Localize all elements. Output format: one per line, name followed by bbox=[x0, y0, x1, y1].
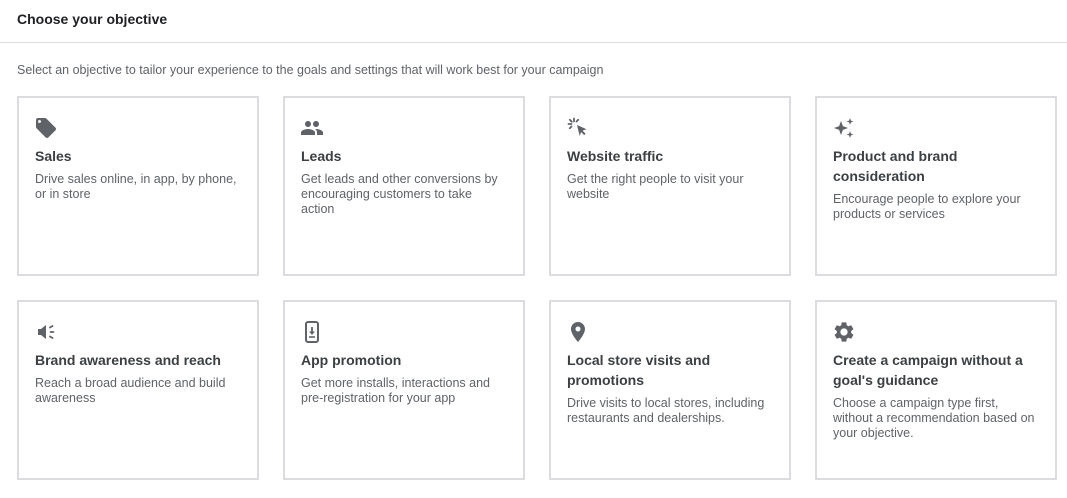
objective-card-title: Sales bbox=[35, 148, 72, 164]
objective-card-description: Drive visits to local stores, including … bbox=[567, 396, 765, 425]
objective-card-description: Encourage people to explore your product… bbox=[833, 192, 1021, 221]
objective-card-title: Leads bbox=[301, 148, 342, 164]
page-header: Choose your objective bbox=[0, 0, 1067, 43]
objective-card-title: Website traffic bbox=[567, 148, 664, 164]
objective-card-description: Get the right people to visit your websi… bbox=[567, 172, 744, 201]
objective-card-title: Create a campaign without a goal's guida… bbox=[833, 352, 1023, 388]
objective-card-leads[interactable]: Leads Get leads and other conversions by… bbox=[283, 96, 525, 276]
people-icon bbox=[300, 116, 324, 140]
objective-card-brand-awareness-reach[interactable]: Brand awareness and reach Reach a broad … bbox=[17, 300, 259, 480]
objective-card-title: Local store visits and promotions bbox=[567, 352, 711, 388]
objective-card-local-store-visits[interactable]: Local store visits and promotions Drive … bbox=[549, 300, 791, 480]
objective-card-description: Drive sales online, in app, by phone, or… bbox=[35, 172, 237, 201]
objective-card-title: Product and brand consideration bbox=[833, 148, 958, 184]
phone-download-icon bbox=[300, 320, 324, 344]
objective-card-website-traffic[interactable]: Website traffic Get the right people to … bbox=[549, 96, 791, 276]
gear-icon bbox=[832, 320, 856, 344]
objective-card-product-brand-consideration[interactable]: Product and brand consideration Encourag… bbox=[815, 96, 1057, 276]
sparkle-icon bbox=[832, 116, 856, 140]
objective-cards-grid: Sales Drive sales online, in app, by pho… bbox=[17, 96, 1057, 480]
objective-card-description: Get leads and other conversions by encou… bbox=[301, 172, 498, 216]
cursor-click-icon bbox=[566, 116, 590, 140]
page-subtitle: Select an objective to tailor your exper… bbox=[17, 63, 604, 77]
page-title: Choose your objective bbox=[17, 11, 168, 27]
objective-card-no-goal-guidance[interactable]: Create a campaign without a goal's guida… bbox=[815, 300, 1057, 480]
location-pin-icon bbox=[566, 320, 590, 344]
megaphone-icon bbox=[34, 320, 58, 344]
objective-card-description: Reach a broad audience and build awarene… bbox=[35, 376, 226, 405]
objective-card-title: Brand awareness and reach bbox=[35, 352, 221, 368]
objective-card-description: Choose a campaign type first, without a … bbox=[833, 396, 1035, 440]
objective-card-description: Get more installs, interactions and pre-… bbox=[301, 376, 490, 405]
tag-icon bbox=[34, 116, 58, 140]
objective-card-title: App promotion bbox=[301, 352, 402, 368]
objective-card-app-promotion[interactable]: App promotion Get more installs, interac… bbox=[283, 300, 525, 480]
objective-card-sales[interactable]: Sales Drive sales online, in app, by pho… bbox=[17, 96, 259, 276]
